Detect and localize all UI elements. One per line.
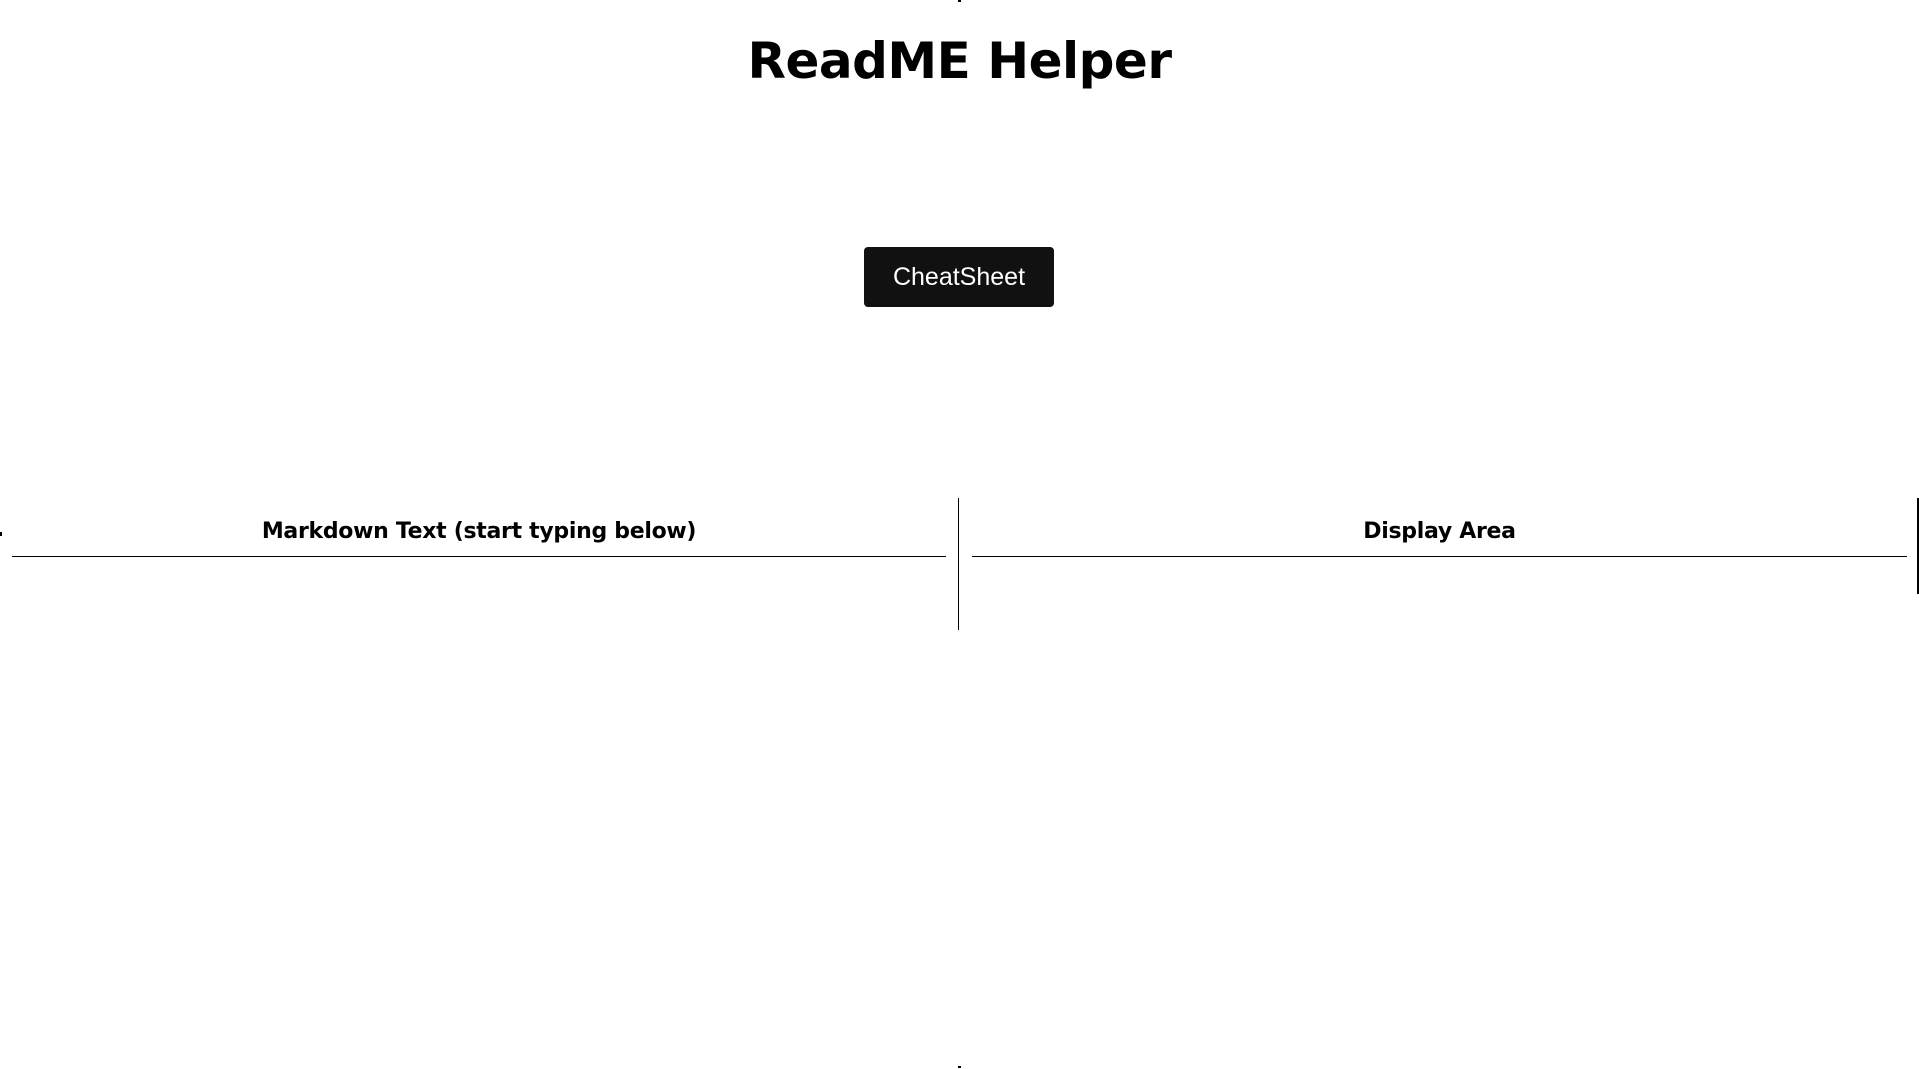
cheatsheet-button[interactable]: CheatSheet bbox=[864, 247, 1054, 307]
page: ReadME Helper CheatSheet Markdown Text (… bbox=[0, 0, 1919, 1069]
markdown-pane-header: Markdown Text (start typing below) bbox=[12, 518, 946, 557]
edge-marker-left bbox=[0, 532, 2, 536]
display-pane-header: Display Area bbox=[972, 518, 1907, 557]
display-pane: Display Area bbox=[960, 498, 1919, 630]
markdown-pane: Markdown Text (start typing below) bbox=[0, 498, 958, 630]
edge-marker-top bbox=[958, 0, 961, 2]
pane-divider bbox=[958, 498, 959, 630]
display-output bbox=[972, 562, 1907, 630]
page-title: ReadME Helper bbox=[747, 32, 1172, 90]
edge-marker-bottom bbox=[958, 1066, 961, 1068]
markdown-input[interactable] bbox=[12, 562, 946, 630]
